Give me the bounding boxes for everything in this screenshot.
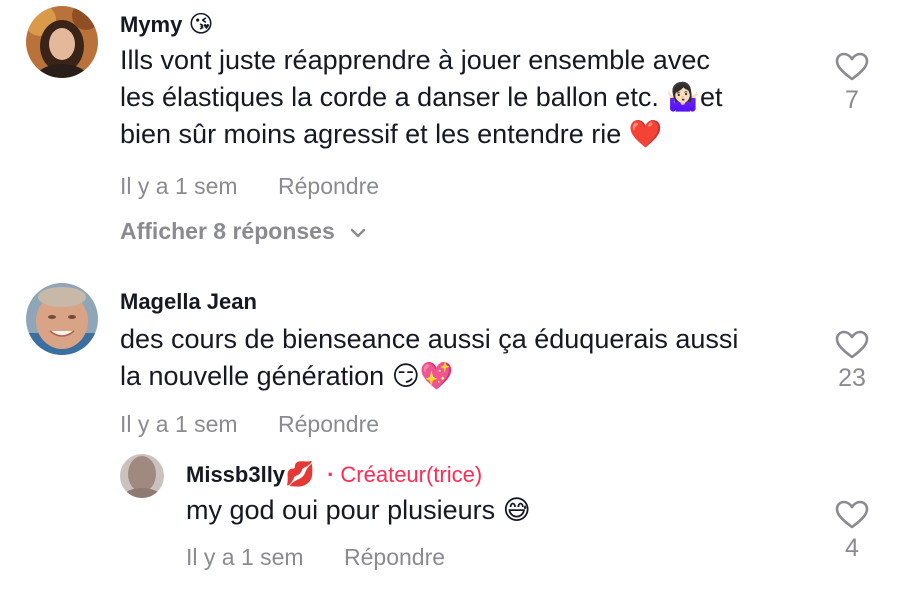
like-button[interactable]: 7 bbox=[822, 52, 882, 115]
like-button[interactable]: 4 bbox=[822, 500, 882, 563]
like-button[interactable]: 23 bbox=[822, 330, 882, 393]
avatar[interactable] bbox=[26, 6, 98, 78]
heart-outline-icon bbox=[835, 500, 869, 529]
avatar[interactable] bbox=[120, 454, 164, 498]
comment-text: Ills vont juste réapprendre à jouer ense… bbox=[120, 42, 722, 153]
creator-separator: · bbox=[327, 462, 335, 487]
like-count: 7 bbox=[845, 86, 859, 114]
reply-meta: Il y a 1 sem Répondre bbox=[186, 544, 479, 571]
comment-meta: Il y a 1 sem Répondre bbox=[120, 173, 413, 200]
view-replies-button[interactable]: Afficher 8 réponses bbox=[120, 218, 367, 245]
reply-button[interactable]: Répondre bbox=[344, 544, 445, 570]
reply-time: Il y a 1 sem bbox=[186, 544, 304, 570]
comment-time: Il y a 1 sem bbox=[120, 173, 238, 199]
like-count: 23 bbox=[838, 364, 866, 392]
comment-meta: Il y a 1 sem Répondre bbox=[120, 411, 413, 438]
comment-text-line: les élastiques la corde a danser le ball… bbox=[120, 82, 723, 112]
chevron-down-icon bbox=[350, 228, 366, 238]
comment-text-line: Ills vont juste réapprendre à jouer ense… bbox=[120, 45, 710, 75]
reply-button[interactable]: Répondre bbox=[278, 173, 379, 199]
like-count: 4 bbox=[845, 534, 859, 562]
reply-username[interactable]: Missb3lly💋 · Créateur(trice) bbox=[186, 460, 482, 488]
comment-time: Il y a 1 sem bbox=[120, 411, 238, 437]
creator-badge: Créateur(trice) bbox=[340, 462, 483, 487]
avatar[interactable] bbox=[26, 283, 98, 355]
reply-button[interactable]: Répondre bbox=[278, 411, 379, 437]
heart-outline-icon bbox=[835, 330, 869, 359]
username-emoji: 😘 bbox=[188, 10, 214, 38]
comment-username[interactable]: Mymy 😘 bbox=[120, 10, 214, 38]
comment-username[interactable]: Magella Jean bbox=[120, 289, 257, 315]
view-replies-label: Afficher 8 réponses bbox=[120, 218, 335, 244]
comment-text: des cours de bienseance aussi ça éduquer… bbox=[120, 321, 738, 395]
username-emoji: 💋 bbox=[285, 460, 315, 488]
comment-text-line: la nouvelle génération 😏💖 bbox=[120, 361, 454, 391]
comment-text-line: des cours de bienseance aussi ça éduquer… bbox=[120, 324, 739, 354]
comment-text-line: bien sûr moins agressif et les entendre … bbox=[120, 119, 663, 149]
heart-outline-icon bbox=[835, 52, 869, 81]
reply-text: my god oui pour plusieurs 😅 bbox=[186, 495, 531, 525]
